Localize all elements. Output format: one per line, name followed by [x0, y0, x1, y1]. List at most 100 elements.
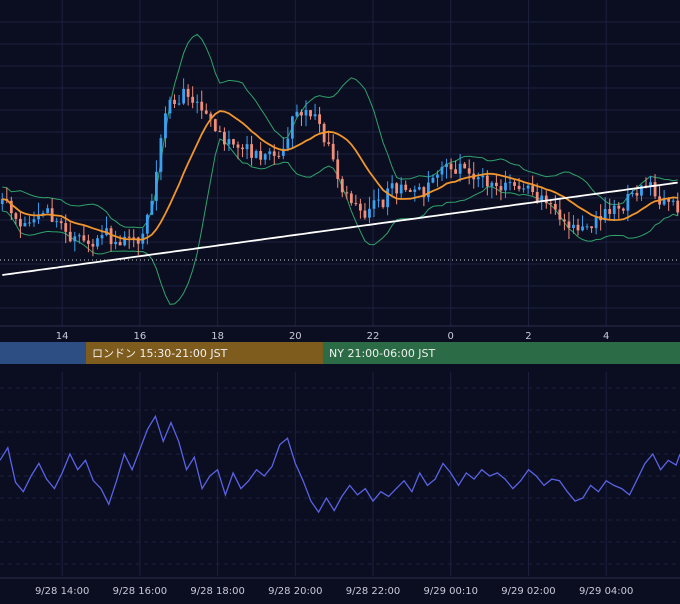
price-panel-grid	[0, 0, 680, 327]
candle-body	[631, 192, 634, 195]
candle-body	[581, 226, 584, 231]
candle-body	[653, 182, 657, 197]
candle-body	[59, 221, 63, 224]
candle-body	[676, 200, 680, 213]
candle-body	[227, 139, 231, 145]
candle-body	[14, 213, 18, 219]
candle-body	[449, 163, 453, 170]
candle-body	[286, 138, 290, 149]
candle-body	[32, 219, 36, 223]
long-ma-line	[2, 181, 678, 276]
candle-body	[46, 208, 49, 213]
candle-body	[191, 96, 195, 103]
candle-body	[177, 103, 181, 105]
candle-body	[313, 114, 317, 117]
x-tick-label: 0	[448, 331, 454, 342]
candle-body	[182, 88, 185, 104]
candle-body	[476, 177, 480, 180]
candle-body	[481, 175, 485, 178]
candle-body	[513, 182, 516, 186]
candle-body	[345, 192, 349, 194]
osc-x-tick-label: 9/28 22:00	[346, 586, 400, 597]
candle-body	[372, 200, 376, 209]
candle-body	[359, 203, 362, 211]
candle-body	[567, 221, 571, 228]
candle-body	[318, 114, 321, 124]
candle-body	[109, 228, 113, 245]
candle-body	[526, 185, 530, 189]
candle-body	[463, 163, 467, 169]
session-bar: ロンドン 15:30-21:00 JST NY 21:00-06:00 JST	[0, 342, 680, 364]
candle-body	[399, 184, 403, 194]
osc-x-tick-label: 9/28 14:00	[35, 586, 89, 597]
candle-body	[427, 182, 430, 198]
candle-body	[340, 178, 344, 193]
candle-body	[417, 187, 421, 190]
candle-body	[431, 177, 435, 183]
candle-body	[132, 237, 136, 239]
candle-body	[250, 144, 253, 158]
candle-body	[612, 205, 616, 214]
fx-chart[interactable]: 14 16 18 20 22 0 2 4 ロンドン 15:30-21:00 JST NY 21:…	[0, 0, 680, 600]
candle-body	[563, 219, 566, 222]
session-label: ロンドン 15:30-21:00 JST	[92, 347, 228, 360]
candle-body	[617, 205, 621, 209]
candle-body	[499, 186, 503, 191]
candle-body	[73, 236, 77, 242]
candle-body	[82, 235, 86, 241]
candle-body	[304, 110, 308, 116]
candle-body	[127, 236, 131, 238]
x-tick-label: 14	[56, 331, 69, 342]
candle-body	[363, 210, 367, 218]
candle-body	[200, 101, 204, 111]
x-tick-label: 2	[525, 331, 531, 342]
candle-body	[236, 144, 240, 148]
candle-body	[173, 99, 176, 105]
candle-body	[55, 221, 59, 223]
candle-body	[195, 101, 199, 103]
osc-x-tick-label: 9/28 20:00	[268, 586, 322, 597]
candle-body	[553, 203, 557, 210]
candle-body	[404, 184, 408, 190]
candle-body	[96, 238, 99, 247]
candle-body	[436, 174, 439, 178]
candle-body	[159, 138, 163, 172]
x-tick-label: 16	[134, 331, 147, 342]
candle-body	[168, 99, 172, 114]
candle-body	[254, 151, 258, 158]
candle-body	[572, 224, 575, 228]
candle-body	[626, 194, 630, 211]
candle-body	[535, 191, 539, 202]
candle-body	[87, 240, 90, 244]
candle-body	[381, 199, 385, 208]
oscillator-x-ticks: 9/28 14:00 9/28 16:00 9/28 18:00 9/28 20:00…	[35, 586, 633, 597]
candle-body	[635, 192, 639, 196]
candle-body	[164, 113, 167, 139]
candle-body	[213, 119, 217, 132]
candle-body	[458, 163, 462, 174]
candle-body	[390, 183, 394, 189]
x-tick-label: 22	[367, 331, 380, 342]
candle-body	[544, 195, 548, 204]
candle-body	[445, 163, 448, 167]
osc-x-tick-label: 9/29 00:10	[424, 586, 478, 597]
candle-body	[136, 237, 140, 244]
candle-body	[621, 208, 625, 211]
candle-body	[413, 189, 417, 192]
candle-body	[19, 218, 22, 227]
candle-body	[377, 199, 380, 201]
osc-x-tick-label: 9/29 04:00	[579, 586, 633, 597]
candle-body	[508, 182, 512, 184]
price-x-ticks: 14 16 18 20 22 0 2 4	[56, 331, 610, 342]
candle-body	[349, 193, 353, 204]
x-tick-label: 4	[603, 331, 609, 342]
candle-body	[585, 226, 589, 228]
candle-body	[531, 185, 535, 192]
candle-body	[114, 241, 117, 245]
candle-body	[241, 147, 244, 150]
candle-body	[485, 175, 489, 187]
candle-body	[77, 235, 81, 237]
candle-body	[467, 168, 471, 174]
candle-body	[517, 185, 521, 190]
candle-body	[522, 188, 525, 190]
